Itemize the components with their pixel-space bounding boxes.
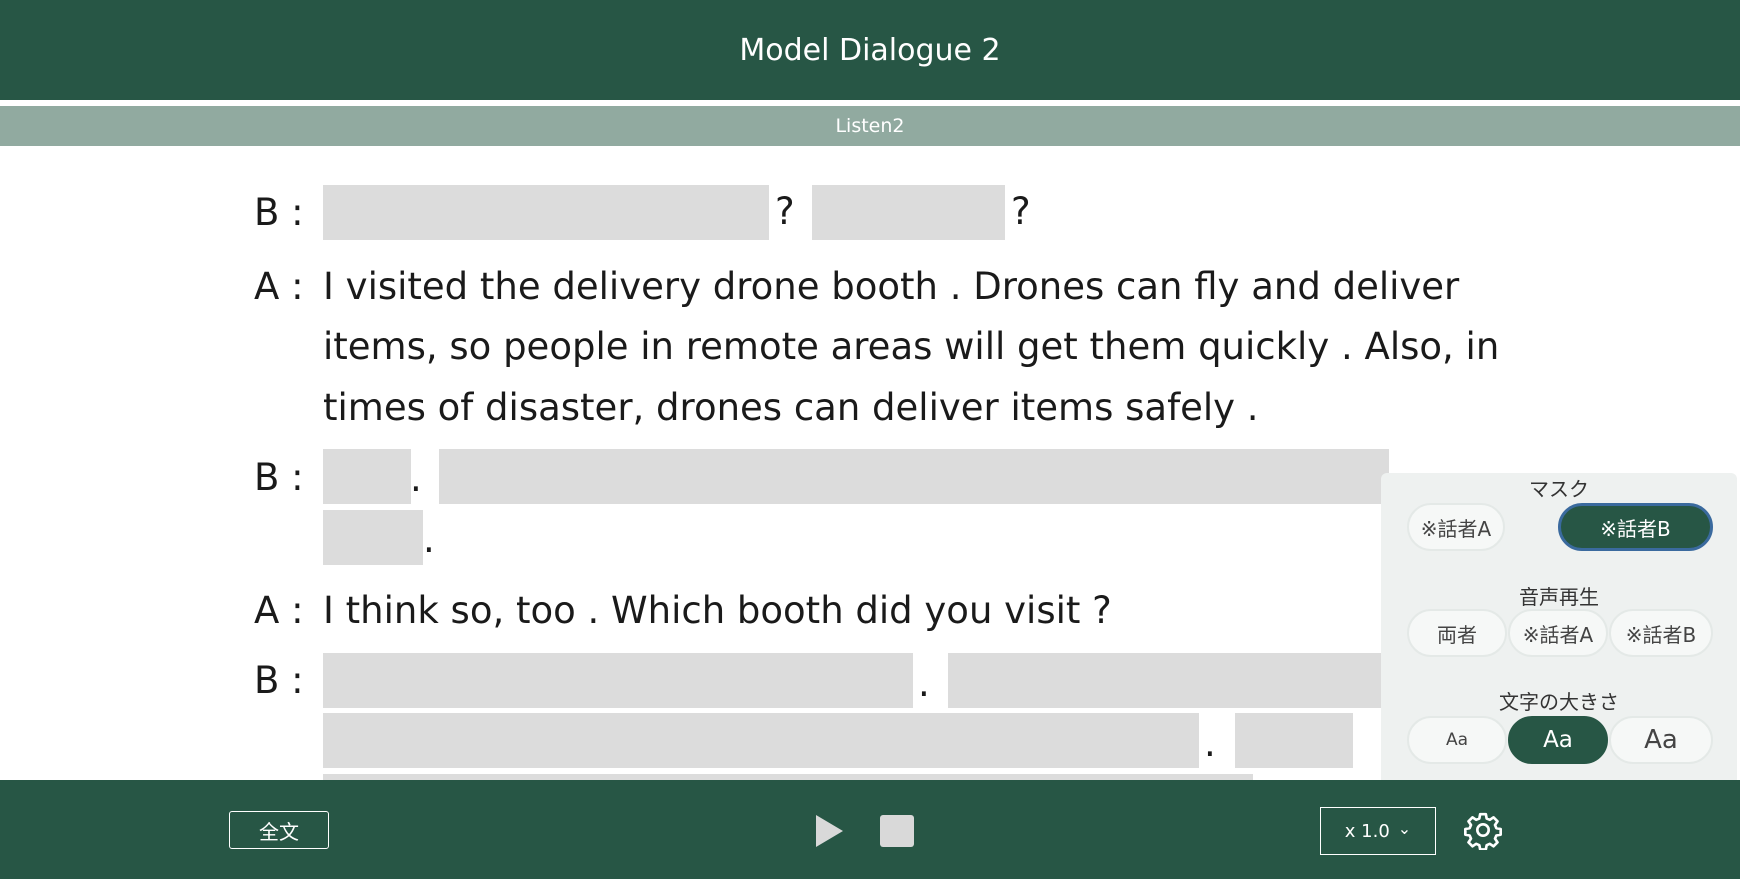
play-icon	[816, 815, 843, 847]
dialogue-line-b2: B :	[254, 449, 323, 505]
masked-text[interactable]	[948, 653, 1388, 708]
app-header: Model Dialogue 2	[0, 0, 1740, 100]
punctuation: .	[410, 457, 422, 500]
dialogue-text: I visited the delivery drone booth . Dro…	[323, 264, 1460, 308]
settings-panel: マスク ※話者A ※話者B 音声再生 両者 ※話者A ※話者B 文字の大きさ A…	[1381, 473, 1737, 793]
masked-text[interactable]	[439, 449, 1389, 504]
dialogue-line-b1: B :	[254, 184, 323, 240]
masked-text[interactable]	[1235, 713, 1353, 768]
punctuation: .	[423, 518, 435, 561]
speaker-label: B :	[254, 658, 304, 702]
mask-title: マスク	[1529, 477, 1589, 501]
stop-button[interactable]	[880, 815, 914, 847]
settings-button[interactable]	[1463, 810, 1503, 851]
player-toolbar: 全文 x 1.0 ⌄	[0, 780, 1740, 879]
masked-text[interactable]	[323, 449, 411, 504]
speed-value: x 1.0	[1344, 820, 1390, 842]
punctuation: ?	[775, 190, 795, 233]
speaker-label: A :	[254, 264, 304, 308]
section-bar: Listen2	[0, 106, 1740, 146]
page-title: Model Dialogue 2	[739, 32, 1001, 68]
chevron-down-icon: ⌄	[1397, 818, 1412, 838]
speaker-label: B :	[254, 190, 304, 234]
masked-text[interactable]	[323, 510, 423, 565]
masked-text[interactable]	[323, 185, 769, 240]
dialogue-text: times of disaster, drones can deliver it…	[323, 385, 1259, 429]
punctuation: .	[1204, 722, 1216, 765]
mask-speaker-a-button[interactable]: ※話者A	[1407, 503, 1505, 551]
speaker-label: A :	[254, 588, 304, 632]
gear-icon	[1464, 812, 1502, 851]
speaker-label: B :	[254, 455, 304, 499]
dialogue-text: items, so people in remote areas will ge…	[323, 324, 1500, 368]
full-text-button[interactable]: 全文	[229, 811, 329, 849]
masked-text[interactable]	[323, 653, 913, 708]
dialogue-line-a1-cont: times of disaster, drones can deliver it…	[323, 379, 1259, 435]
dialogue-line-a1-cont: items, so people in remote areas will ge…	[323, 318, 1499, 374]
mask-speaker-b-button[interactable]: ※話者B	[1558, 503, 1713, 551]
font-size-large-button[interactable]: Aa	[1609, 716, 1713, 764]
section-label: Listen2	[835, 115, 905, 137]
dialogue-line-a2: A : I think so, too . Which booth did yo…	[254, 582, 1112, 638]
audio-title: 音声再生	[1519, 585, 1599, 609]
speed-select[interactable]: x 1.0 ⌄	[1320, 807, 1436, 855]
audio-speaker-a-button[interactable]: ※話者A	[1508, 609, 1608, 657]
punctuation: .	[918, 662, 930, 705]
font-size-medium-button[interactable]: Aa	[1508, 716, 1608, 764]
dialogue-line-b3: B :	[254, 652, 323, 708]
play-button[interactable]	[813, 813, 845, 849]
font-size-small-button[interactable]: Aa	[1407, 716, 1507, 764]
audio-speaker-b-button[interactable]: ※話者B	[1609, 609, 1713, 657]
punctuation: ?	[1011, 190, 1031, 233]
masked-text[interactable]	[323, 713, 1199, 768]
audio-both-button[interactable]: 両者	[1407, 609, 1507, 657]
masked-text[interactable]	[812, 185, 1005, 240]
dialogue-line-a1: A : I visited the delivery drone booth .…	[254, 258, 1459, 314]
size-title: 文字の大きさ	[1499, 690, 1619, 714]
dialogue-text: I think so, too . Which booth did you vi…	[323, 588, 1112, 632]
